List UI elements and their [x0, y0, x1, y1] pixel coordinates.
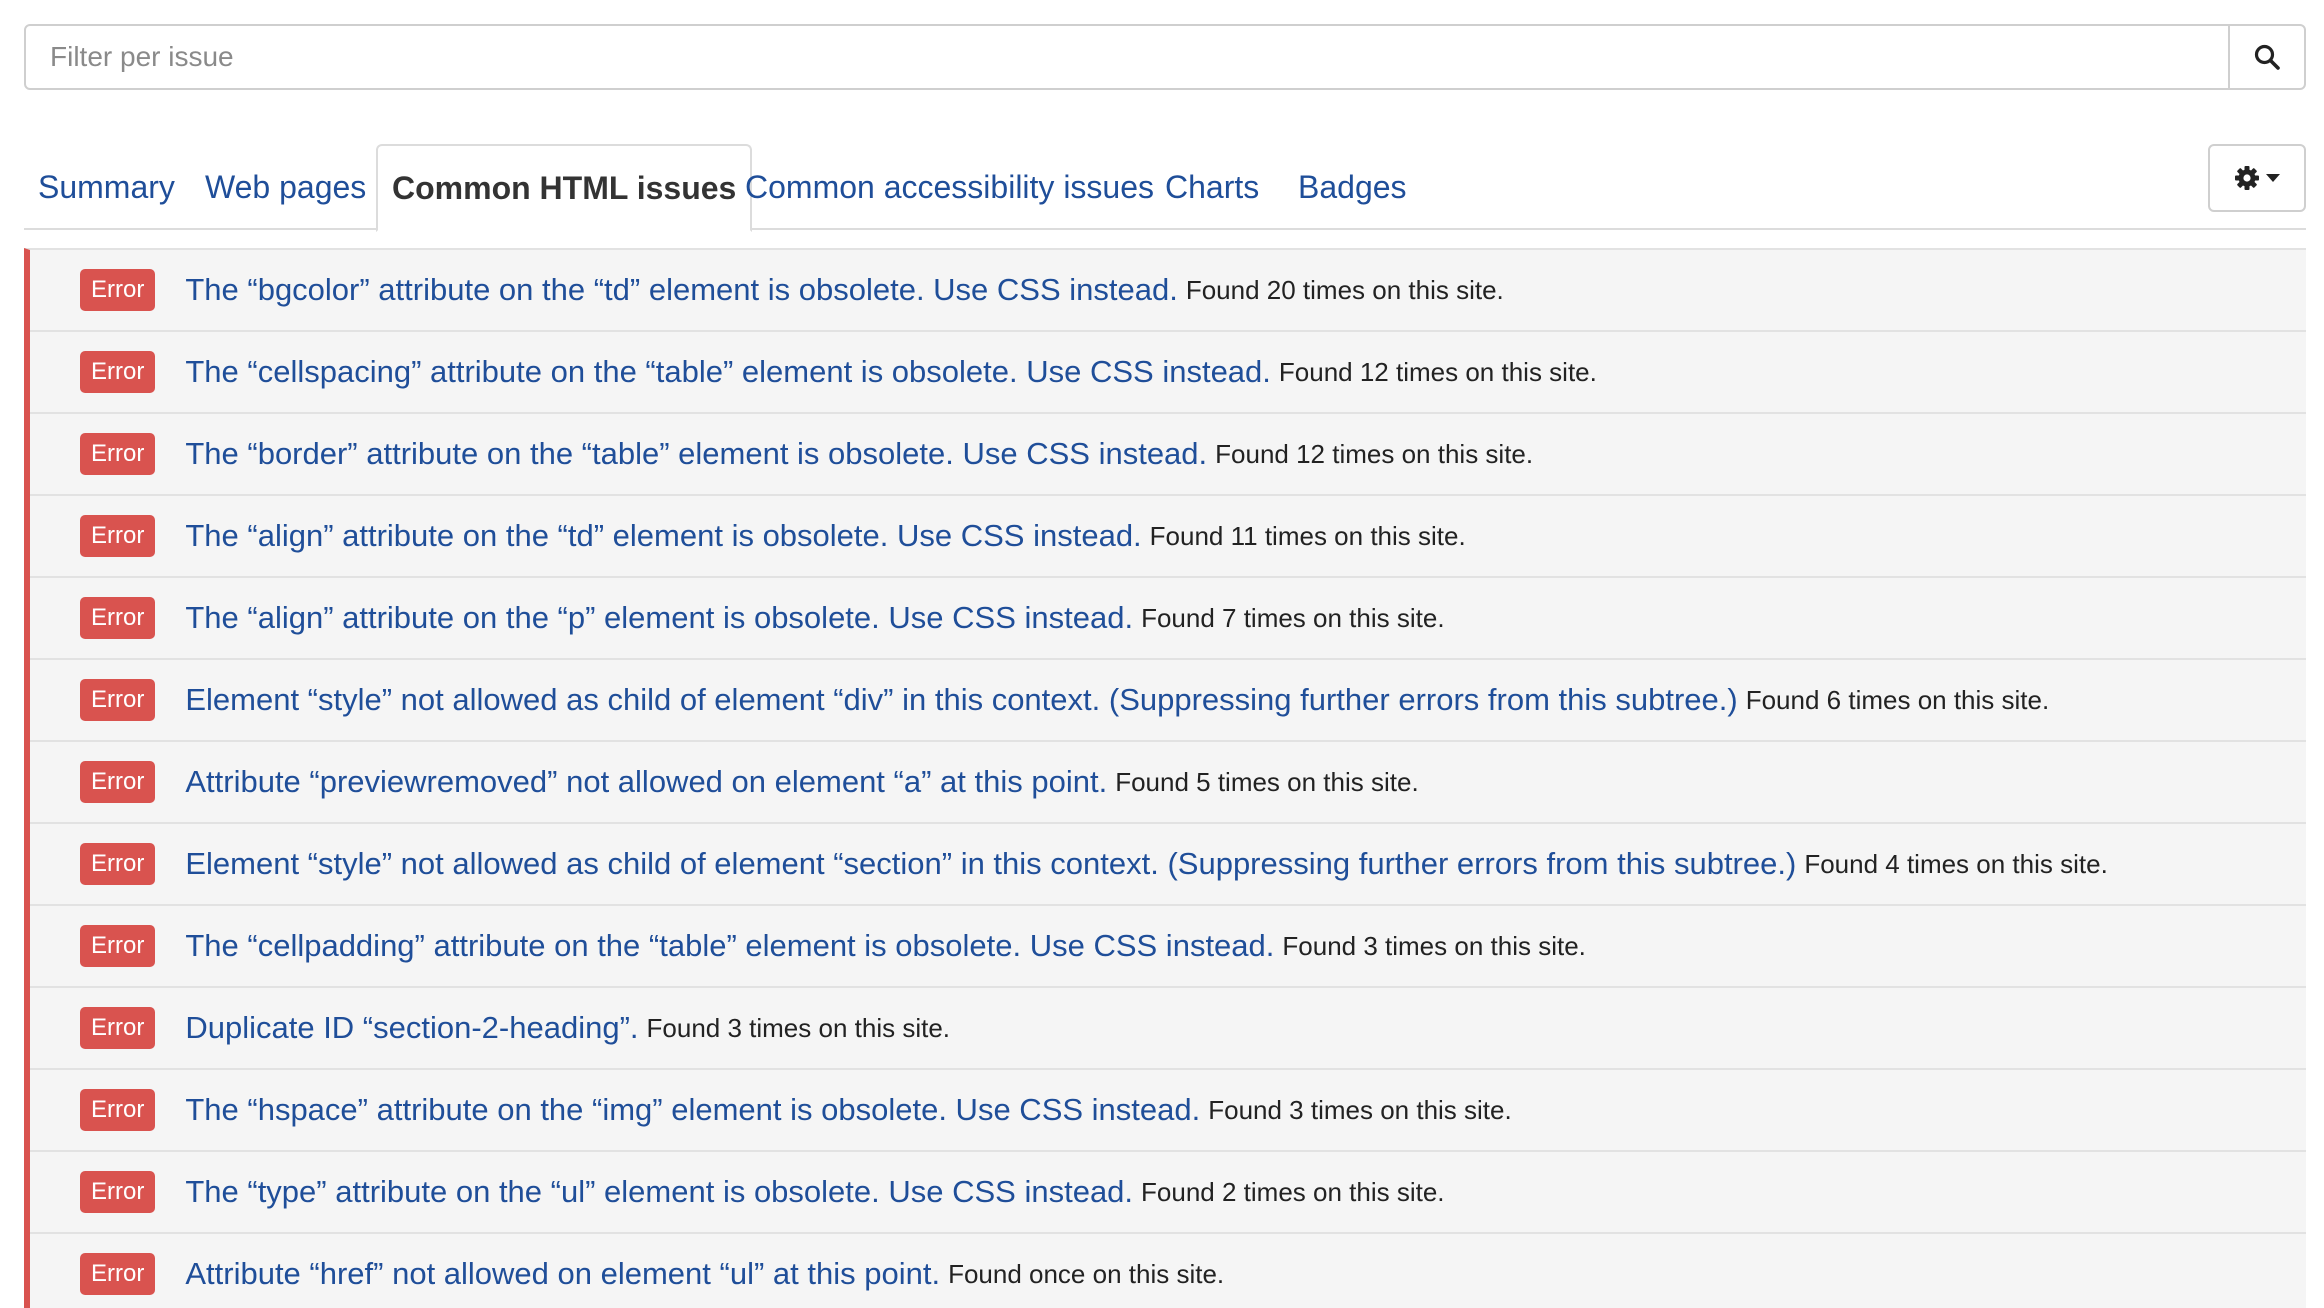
issue-link[interactable]: The “align” attribute on the “p” element…	[185, 600, 1133, 636]
issue-row: Error The “cellspacing” attribute on the…	[30, 332, 2306, 414]
search-input[interactable]	[26, 26, 2228, 88]
error-badge: Error	[80, 515, 156, 557]
issue-count: Found 12 times on this site.	[1215, 438, 1534, 469]
issue-link[interactable]: Attribute “previewremoved” not allowed o…	[185, 764, 1107, 800]
issue-link[interactable]: The “cellpadding” attribute on the “tabl…	[185, 928, 1274, 964]
issue-link[interactable]: Element “style” not allowed as child of …	[185, 682, 1737, 718]
issue-count: Found 6 times on this site.	[1745, 684, 2050, 715]
search-icon	[2254, 44, 2280, 70]
issue-row: Error The “type” attribute on the “ul” e…	[30, 1152, 2306, 1234]
issue-row: Error Element “style” not allowed as chi…	[30, 660, 2306, 742]
error-badge: Error	[80, 433, 156, 475]
issue-count: Found once on this site.	[948, 1258, 1225, 1289]
issue-link[interactable]: Element “style” not allowed as child of …	[185, 846, 1796, 882]
error-badge: Error	[80, 351, 156, 393]
issue-link[interactable]: The “type” attribute on the “ul” element…	[185, 1174, 1133, 1210]
tab-common-accessibility-issues[interactable]: Common accessibility issues	[745, 144, 1154, 230]
error-badge: Error	[80, 1253, 156, 1295]
issue-link[interactable]: Attribute “href” not allowed on element …	[185, 1256, 940, 1292]
error-badge: Error	[80, 597, 156, 639]
issue-link[interactable]: The “border” attribute on the “table” el…	[185, 436, 1207, 472]
issue-list: Error The “bgcolor” attribute on the “td…	[24, 248, 2306, 1308]
issue-row: Error Element “style” not allowed as chi…	[30, 824, 2306, 906]
issue-link[interactable]: The “bgcolor” attribute on the “td” elem…	[185, 272, 1178, 308]
issue-row: Error The “align” attribute on the “td” …	[30, 496, 2306, 578]
issue-link[interactable]: The “align” attribute on the “td” elemen…	[185, 518, 1141, 554]
tab-summary[interactable]: Summary	[38, 144, 175, 230]
issue-row: Error Attribute “href” not allowed on el…	[30, 1234, 2306, 1308]
issue-count: Found 4 times on this site.	[1804, 848, 2108, 879]
page: Summary Web pages Common HTML issues Com…	[0, 0, 2324, 1308]
issue-count: Found 20 times on this site.	[1185, 274, 1504, 305]
tab-common-html-issues[interactable]: Common HTML issues	[376, 144, 753, 232]
error-badge: Error	[80, 1007, 156, 1049]
issue-row: Error The “align” attribute on the “p” e…	[30, 578, 2306, 660]
issue-row: Error The “border” attribute on the “tab…	[30, 414, 2306, 496]
error-badge: Error	[80, 761, 156, 803]
issue-link[interactable]: Duplicate ID “section-2-heading”.	[185, 1010, 638, 1046]
issue-count: Found 3 times on this site.	[1282, 930, 1586, 961]
issue-count: Found 7 times on this site.	[1141, 602, 1445, 633]
tab-web-pages[interactable]: Web pages	[205, 144, 366, 230]
issue-row: Error The “cellpadding” attribute on the…	[30, 906, 2306, 988]
issue-row: Error Attribute “previewremoved” not all…	[30, 742, 2306, 824]
settings-dropdown-button[interactable]	[2208, 144, 2306, 212]
error-badge: Error	[80, 679, 156, 721]
error-badge: Error	[80, 843, 156, 885]
error-badge: Error	[80, 925, 156, 967]
issue-count: Found 3 times on this site.	[1208, 1094, 1512, 1125]
issue-row: Error The “hspace” attribute on the “img…	[30, 1070, 2306, 1152]
tab-charts[interactable]: Charts	[1165, 144, 1259, 230]
issue-link[interactable]: The “hspace” attribute on the “img” elem…	[185, 1092, 1200, 1128]
error-badge: Error	[80, 1089, 156, 1131]
issue-row: Error Duplicate ID “section-2-heading”. …	[30, 988, 2306, 1070]
tab-bar: Summary Web pages Common HTML issues Com…	[24, 144, 2306, 232]
search-bar	[24, 24, 2306, 90]
chevron-down-icon	[2266, 174, 2280, 182]
error-badge: Error	[80, 1171, 156, 1213]
issue-count: Found 3 times on this site.	[646, 1012, 950, 1043]
tab-badges[interactable]: Badges	[1298, 144, 1407, 230]
search-button[interactable]	[2228, 26, 2304, 88]
issue-count: Found 12 times on this site.	[1278, 356, 1597, 387]
issue-count: Found 2 times on this site.	[1141, 1176, 1445, 1207]
gear-icon	[2235, 166, 2259, 190]
issue-row: Error The “bgcolor” attribute on the “td…	[30, 250, 2306, 332]
issue-count: Found 5 times on this site.	[1115, 766, 1419, 797]
issue-link[interactable]: The “cellspacing” attribute on the “tabl…	[185, 354, 1271, 390]
issue-count: Found 11 times on this site.	[1149, 520, 1466, 551]
error-badge: Error	[80, 269, 156, 311]
